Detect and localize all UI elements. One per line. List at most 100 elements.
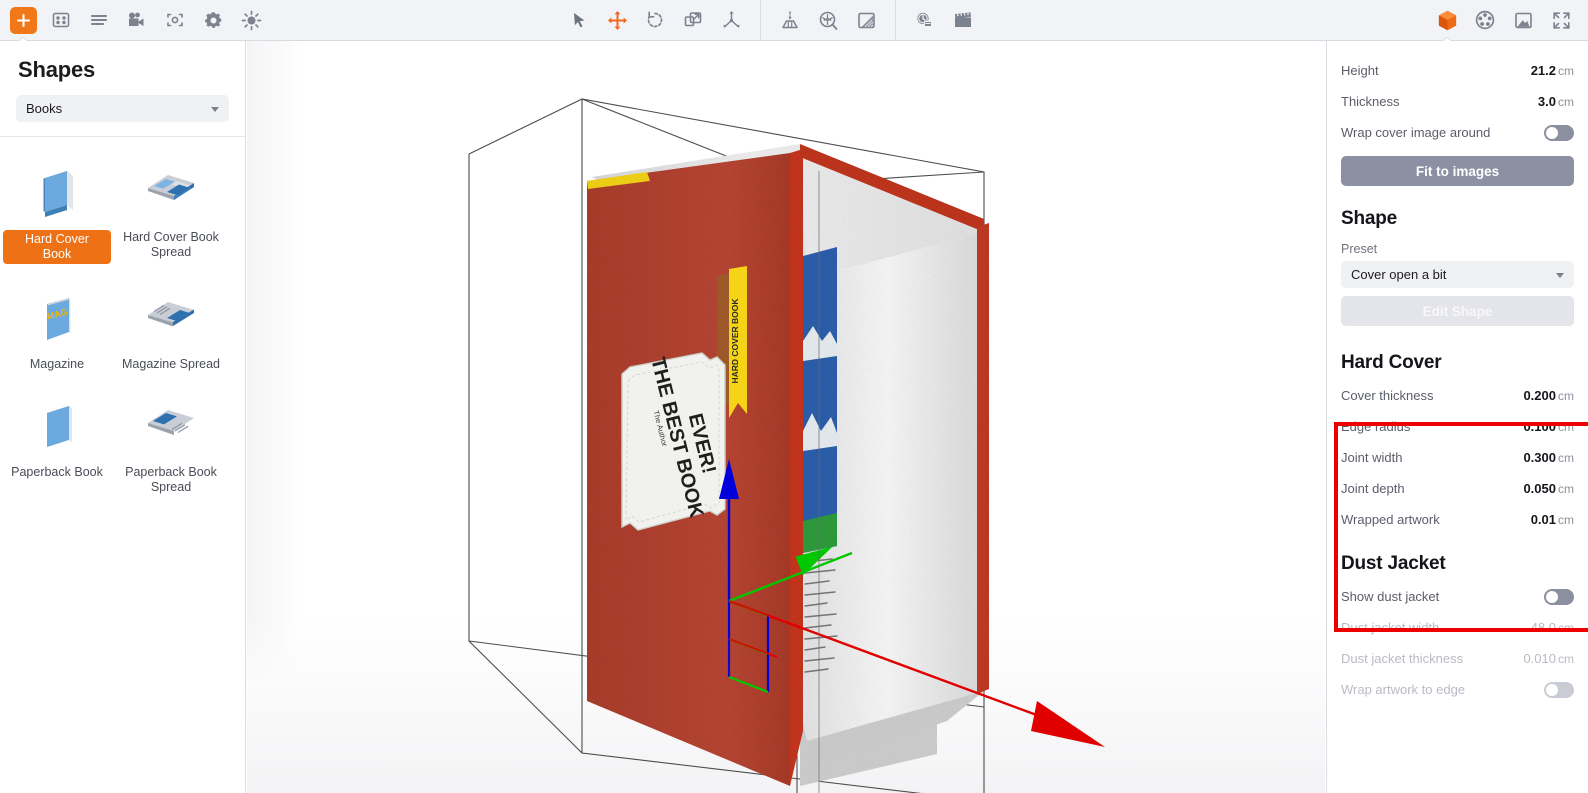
property-label: Joint depth: [1341, 481, 1405, 496]
property-value[interactable]: 21.2cm: [1531, 63, 1574, 78]
property-value[interactable]: 3.0cm: [1538, 94, 1574, 109]
property-unit: cm: [1558, 389, 1574, 403]
application-window: Shapes Books Hard: [0, 0, 1588, 793]
object-cube-icon: [1436, 9, 1459, 32]
property-value[interactable]: 0.050cm: [1523, 481, 1574, 496]
property-value[interactable]: 0.300cm: [1523, 450, 1574, 465]
property-row-dust-jacket-thickness: Dust jacket thickness 0.010cm: [1341, 643, 1574, 674]
edit-shape-button: Edit Shape: [1341, 296, 1574, 326]
property-value[interactable]: 0.200cm: [1523, 388, 1574, 403]
shading-button[interactable]: [849, 3, 883, 37]
object-panel-button[interactable]: [1430, 3, 1464, 37]
camera-icon: [126, 10, 148, 30]
perspective-button[interactable]: [773, 3, 807, 37]
shape-category-value: Books: [26, 101, 62, 116]
property-unit: cm: [1558, 64, 1574, 78]
list-icon: [89, 10, 109, 30]
preset-label: Preset: [1341, 242, 1574, 256]
shape-item-hard-cover-book-spread[interactable]: Hard Cover Book Spread: [114, 151, 228, 278]
render-button[interactable]: [1506, 3, 1540, 37]
rotate-tool-icon: [645, 10, 665, 30]
property-label: Wrap cover image around: [1341, 125, 1490, 140]
fit-to-images-button[interactable]: Fit to images: [1341, 156, 1574, 186]
transform-tool-icon: [721, 10, 742, 31]
select-cursor-icon: [570, 11, 589, 30]
wrap-cover-toggle[interactable]: [1544, 125, 1574, 141]
shape-item-magazine-spread[interactable]: Magazine Spread: [114, 278, 228, 386]
property-unit: cm: [1558, 95, 1574, 109]
preset-value: Cover open a bit: [1351, 267, 1446, 282]
history-button[interactable]: [908, 3, 942, 37]
property-number: 0.100: [1523, 419, 1556, 434]
transform-tool-button[interactable]: [714, 3, 748, 37]
show-dust-jacket-toggle[interactable]: [1544, 589, 1574, 605]
property-value: 0.010cm: [1523, 651, 1574, 666]
toggle-knob: [1546, 127, 1558, 139]
book-spine: [790, 149, 803, 786]
settings-button[interactable]: [196, 3, 230, 37]
property-label: Wrapped artwork: [1341, 512, 1440, 527]
property-label: Height: [1341, 63, 1379, 78]
toolbar-right-group: [1428, 0, 1580, 41]
move-tool-button[interactable]: [600, 3, 634, 37]
shape-item-hard-cover-book[interactable]: Hard Cover Book: [0, 151, 114, 278]
property-number: 0.200: [1523, 388, 1556, 403]
property-unit: cm: [1558, 420, 1574, 434]
property-row-edge-radius: Edge radius 0.100cm: [1341, 411, 1574, 442]
preset-select[interactable]: Cover open a bit: [1341, 261, 1574, 288]
focus-icon: [165, 10, 185, 30]
fullscreen-button[interactable]: [1544, 3, 1578, 37]
camera-button[interactable]: [120, 3, 154, 37]
chevron-down-icon: [211, 107, 219, 112]
3d-viewport[interactable]: HARD COVER BOOK The Author THE BEST BOOK…: [247, 41, 1325, 793]
add-button[interactable]: [6, 3, 40, 37]
shape-item-paperback-book-spread[interactable]: Paperback Book Spread: [114, 386, 228, 509]
property-row-wrapped-artwork: Wrapped artwork 0.01cm: [1341, 504, 1574, 535]
scale-tool-button[interactable]: [676, 3, 710, 37]
scene-list-button[interactable]: [82, 3, 116, 37]
gizmo-x-arrow: [1031, 701, 1105, 747]
property-number: 0.300: [1523, 450, 1556, 465]
property-label: Joint width: [1341, 450, 1402, 465]
add-icon: [10, 7, 37, 34]
materials-button[interactable]: [811, 3, 845, 37]
shape-item-label: Magazine Spread: [122, 357, 220, 372]
rotate-tool-button[interactable]: [638, 3, 672, 37]
shapes-sidebar: Shapes Books Hard: [0, 41, 246, 793]
materials-icon: [818, 10, 839, 31]
property-value[interactable]: 0.01cm: [1531, 512, 1574, 527]
property-row-joint-depth: Joint depth 0.050cm: [1341, 473, 1574, 504]
environment-button[interactable]: [1468, 3, 1502, 37]
scale-tool-icon: [683, 10, 703, 30]
select-tool-button[interactable]: [562, 3, 596, 37]
property-row-joint-width: Joint width 0.300cm: [1341, 442, 1574, 473]
hard-cover-section-title: Hard Cover: [1341, 352, 1574, 374]
library-button[interactable]: [44, 3, 78, 37]
shape-item-paperback-book[interactable]: Paperback Book: [0, 386, 114, 509]
perspective-icon: [779, 10, 801, 31]
property-label: Edge radius: [1341, 419, 1410, 434]
property-row-wrap-artwork-to-edge: Wrap artwork to edge: [1341, 674, 1574, 705]
property-label: Show dust jacket: [1341, 589, 1439, 604]
focus-button[interactable]: [158, 3, 192, 37]
shape-item-label: Magazine: [30, 357, 84, 372]
book-3d-render: HARD COVER BOOK The Author THE BEST BOOK…: [247, 41, 1325, 793]
shape-category-select[interactable]: Books: [16, 95, 229, 122]
animation-button[interactable]: [946, 3, 980, 37]
toolbar-center-group: [560, 0, 982, 41]
environment-icon: [1474, 9, 1496, 31]
paperback-book-icon: [31, 396, 83, 458]
property-row-wrap-cover: Wrap cover image around: [1341, 117, 1574, 148]
history-icon: [914, 10, 936, 31]
shape-item-magazine[interactable]: MAG Magazine: [0, 278, 114, 386]
ribbon-text: HARD COVER BOOK: [730, 298, 740, 384]
property-row-thickness: Thickness 3.0cm: [1341, 86, 1574, 117]
chevron-down-icon: [1556, 273, 1564, 278]
property-row-show-dust-jacket: Show dust jacket: [1341, 581, 1574, 612]
toolbar-left-group: [0, 0, 270, 41]
shape-section-title: Shape: [1341, 208, 1574, 230]
inner-page-artwork: [803, 247, 837, 553]
property-unit: cm: [1558, 482, 1574, 496]
property-value[interactable]: 0.100cm: [1523, 419, 1574, 434]
lighting-button[interactable]: [234, 3, 268, 37]
